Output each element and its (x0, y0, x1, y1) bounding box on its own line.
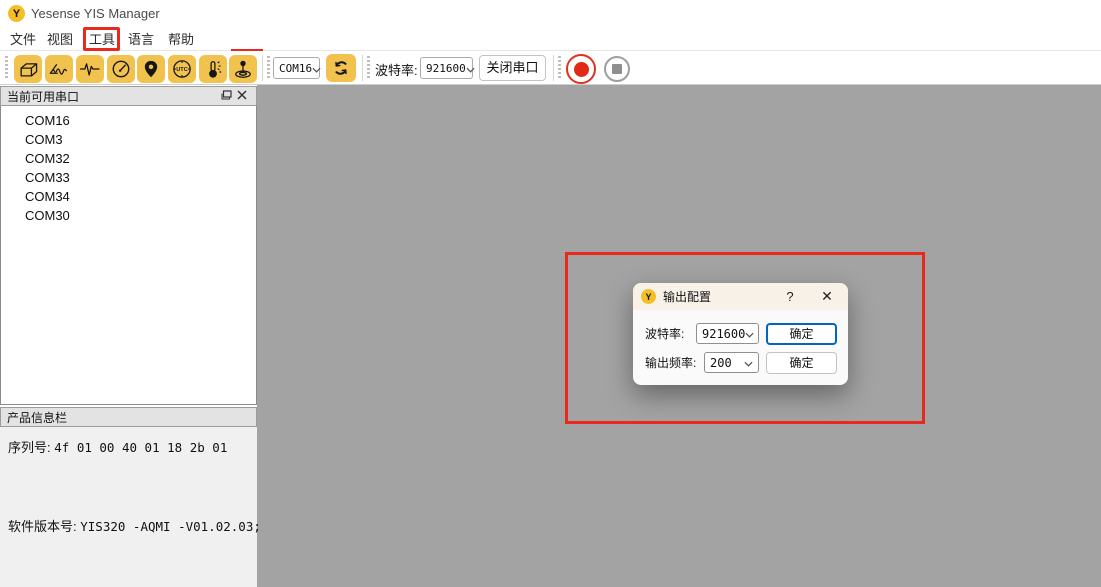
port-item-com32[interactable]: COM32 (1, 149, 256, 168)
com-port-value: COM16 (279, 62, 312, 75)
location-pin-icon (139, 57, 163, 81)
close-icon (237, 89, 247, 103)
menu-language[interactable]: 语言 (128, 31, 154, 48)
yesense-logo-icon: Y (641, 289, 656, 304)
float-panel-button[interactable] (218, 89, 234, 103)
baud-rate-select[interactable]: 921600 (420, 57, 473, 79)
chevron-down-icon (744, 355, 753, 370)
temperature-button[interactable] (199, 55, 227, 83)
toolbar-separator (362, 55, 363, 81)
record-button[interactable] (566, 54, 596, 84)
menu-bar (0, 27, 1101, 51)
float-panel-icon (221, 89, 232, 103)
toolbar-drag-handle[interactable] (267, 56, 270, 80)
angle-wave-button[interactable] (45, 55, 73, 83)
record-icon (574, 62, 589, 77)
software-version-label: 软件版本号: (8, 519, 77, 534)
dialog-help-button[interactable]: ? (780, 289, 800, 304)
toolbar-separator (553, 55, 554, 81)
toolbar-drag-handle[interactable] (367, 56, 370, 80)
svg-text:UTC: UTC (176, 67, 187, 73)
dialog-freq-select[interactable]: 200 (704, 352, 759, 373)
info-panel-header: 产品信息栏 (0, 407, 257, 427)
title-bar: Y Yesense YIS Manager (0, 0, 1101, 27)
joystick-button[interactable] (229, 55, 257, 83)
output-config-dialog: Y 输出配置 ? ✕ 波特率: 921600 确定 输出频率: 200 确定 (633, 283, 848, 385)
3d-view-button[interactable] (14, 55, 42, 83)
dialog-freq-value: 200 (710, 356, 732, 370)
dialog-baud-ok-button[interactable]: 确定 (766, 323, 837, 345)
port-item-com33[interactable]: COM33 (1, 168, 256, 187)
com-port-select[interactable]: COM16 (273, 57, 320, 79)
joystick-icon (231, 57, 255, 81)
info-panel-body: 序列号: 4f 01 00 40 01 18 2b 01 软件版本号: YIS3… (0, 427, 257, 587)
gauge-button[interactable] (107, 55, 135, 83)
utc-clock-icon: UTC (170, 57, 194, 81)
ports-list: COM16 COM3 COM32 COM33 COM34 COM30 (0, 106, 257, 405)
baud-rate-value: 921600 (426, 62, 466, 75)
toolbar-separator (262, 55, 263, 81)
dialog-freq-label: 输出频率: (645, 352, 696, 374)
refresh-ports-button[interactable] (326, 54, 356, 82)
cube-3d-icon (16, 57, 40, 81)
serial-number-value: 4f 01 00 40 01 18 2b 01 (54, 440, 227, 455)
port-item-com34[interactable]: COM34 (1, 187, 256, 206)
ports-panel-header: 当前可用串口 (0, 86, 257, 106)
close-serial-port-button[interactable]: 关闭串口 (479, 55, 546, 81)
utc-time-button[interactable]: UTC (168, 55, 196, 83)
toolbar-drag-handle[interactable] (558, 56, 561, 80)
software-version-value: YIS320 -AQMI -V01.02.03; (80, 519, 261, 534)
dialog-close-button[interactable]: ✕ (814, 288, 840, 305)
chevron-down-icon (745, 326, 754, 341)
angle-wave-icon (47, 57, 71, 81)
close-panel-button[interactable] (234, 89, 250, 103)
pulse-wave-icon (78, 57, 102, 81)
menu-view[interactable]: 视图 (47, 31, 73, 48)
port-item-com30[interactable]: COM30 (1, 206, 256, 225)
yesense-logo-icon: Y (8, 5, 25, 22)
chevron-down-icon (466, 61, 475, 76)
toolbar (0, 51, 1101, 85)
thermometer-icon (201, 57, 225, 81)
gauge-icon (109, 57, 133, 81)
info-panel-title: 产品信息栏 (7, 409, 250, 426)
window-title: Yesense YIS Manager (31, 6, 160, 21)
refresh-icon (331, 58, 351, 78)
serial-number-line: 序列号: 4f 01 00 40 01 18 2b 01 (8, 437, 227, 456)
ports-panel-title: 当前可用串口 (7, 88, 218, 105)
chevron-down-icon (312, 61, 321, 76)
port-item-com3[interactable]: COM3 (1, 130, 256, 149)
dialog-baud-value: 921600 (702, 327, 745, 341)
serial-number-label: 序列号: (8, 440, 51, 455)
dialog-freq-ok-button[interactable]: 确定 (766, 352, 837, 374)
dialog-title: 输出配置 (663, 288, 780, 305)
toolbar-drag-handle[interactable] (5, 56, 8, 80)
location-button[interactable] (137, 55, 165, 83)
baud-rate-label: 波特率: (375, 60, 418, 79)
stop-icon (612, 64, 622, 74)
menu-help[interactable]: 帮助 (168, 31, 194, 48)
stop-button[interactable] (604, 56, 630, 82)
dialog-baud-label: 波特率: (645, 323, 684, 345)
dialog-baud-select[interactable]: 921600 (696, 323, 759, 344)
port-item-com16[interactable]: COM16 (1, 111, 256, 130)
dialog-title-bar: Y 输出配置 ? ✕ (633, 283, 848, 310)
menu-file[interactable]: 文件 (10, 31, 36, 48)
app-window: Y Yesense YIS Manager 文件 视图 工具 语言 帮助 UTC… (0, 0, 1101, 587)
software-version-line: 软件版本号: YIS320 -AQMI -V01.02.03; (8, 516, 261, 535)
menu-tools[interactable]: 工具 (89, 31, 115, 48)
pulse-wave-button[interactable] (76, 55, 104, 83)
